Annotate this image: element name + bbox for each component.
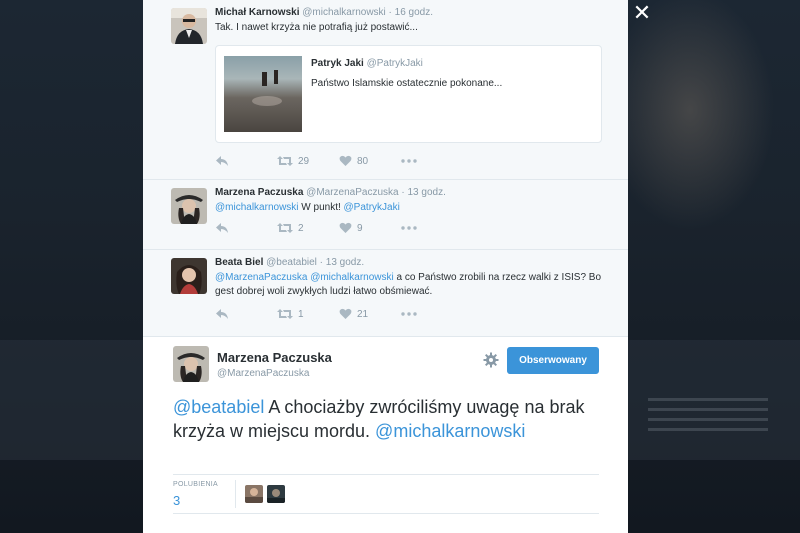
tweet-username[interactable]: @MarzenaPaczuska — [306, 187, 398, 198]
close-icon[interactable]: ✕ — [630, 2, 654, 26]
like-button[interactable]: 21 — [339, 308, 401, 320]
retweet-button[interactable]: 2 — [277, 222, 339, 234]
main-tweet-fullname[interactable]: Marzena Paczuska — [217, 350, 332, 365]
tweet-modal: Michał Karnowski @michalkarnowski · 16 g… — [143, 0, 628, 533]
stats-divider — [235, 480, 236, 508]
retweet-count: 1 — [298, 308, 304, 320]
retweet-button[interactable]: 1 — [277, 308, 339, 320]
avatar[interactable] — [173, 346, 209, 382]
avatar[interactable] — [171, 8, 207, 44]
likes-count[interactable]: 3 — [173, 493, 180, 508]
quoted-tweet-header: Patryk Jaki @PatrykJaki — [311, 58, 423, 69]
quoted-tweet[interactable]: Patryk Jaki @PatrykJaki Państwo Islamski… — [215, 45, 602, 143]
liker-avatar[interactable] — [245, 485, 263, 503]
retweet-button[interactable]: 29 — [277, 155, 339, 167]
like-button[interactable]: 80 — [339, 155, 401, 167]
quoted-username: @PatrykJaki — [366, 58, 423, 69]
mention-link[interactable]: @beatabiel — [173, 397, 264, 417]
like-icon — [339, 155, 352, 166]
more-icon[interactable] — [401, 312, 417, 316]
tweet-username[interactable]: @michalkarnowski — [302, 7, 386, 18]
like-button[interactable]: 9 — [339, 222, 401, 234]
reply-icon[interactable] — [215, 155, 277, 167]
quoted-fullname: Patryk Jaki — [311, 58, 364, 69]
like-icon — [339, 222, 352, 233]
more-icon[interactable] — [401, 226, 417, 230]
quoted-tweet-text: Państwo Islamskie ostatecznie pokonane..… — [311, 78, 503, 89]
ancestor-tweet[interactable]: Michał Karnowski @michalkarnowski · 16 g… — [143, 0, 628, 180]
tweet-text: Tak. I nawet krzyża nie potrafią już pos… — [215, 22, 418, 33]
tweet-header: Marzena Paczuska @MarzenaPaczuska · 13 g… — [215, 186, 618, 199]
tweet-text-body: W punkt! — [298, 202, 344, 213]
main-tweet-username[interactable]: @MarzenaPaczuska — [217, 368, 332, 379]
ancestor-tweet[interactable]: Beata Biel @beatabiel · 13 godz. @Marzen… — [143, 250, 628, 337]
like-count: 21 — [357, 308, 369, 320]
like-icon — [339, 308, 352, 319]
tweet-fullname[interactable]: Michał Karnowski — [215, 7, 299, 18]
tweet-header: Michał Karnowski @michalkarnowski · 16 g… — [215, 6, 618, 19]
retweet-count: 29 — [298, 155, 310, 167]
tweet-fullname[interactable]: Beata Biel — [215, 257, 263, 268]
mention-link[interactable]: @michalkarnowski — [215, 202, 299, 213]
like-count: 80 — [357, 155, 369, 167]
avatar[interactable] — [171, 188, 207, 224]
reply-icon[interactable] — [215, 308, 277, 320]
liker-avatar[interactable] — [267, 485, 285, 503]
mention-link[interactable]: @michalkarnowski — [310, 272, 394, 283]
main-tweet-header: Marzena Paczuska @MarzenaPaczuska — [217, 350, 332, 379]
conversation-ancestors: Michał Karnowski @michalkarnowski · 16 g… — [143, 0, 628, 337]
tweet-timestamp[interactable]: · 13 godz. — [320, 257, 364, 268]
reply-icon[interactable] — [215, 222, 277, 234]
mention-link[interactable]: @PatrykJaki — [344, 202, 400, 213]
tweet-actions: 1 21 — [215, 300, 618, 328]
mention-link[interactable]: @MarzenaPaczuska — [215, 272, 307, 283]
tweet-actions: 29 80 — [215, 147, 618, 175]
retweet-icon — [277, 223, 293, 233]
mention-link[interactable]: @michalkarnowski — [375, 421, 525, 441]
background-blurred-text — [648, 398, 768, 438]
gear-icon[interactable] — [483, 352, 499, 368]
tweet-fullname[interactable]: Marzena Paczuska — [215, 187, 303, 198]
main-tweet-text: @beatabiel A chociażby zwróciliśmy uwagę… — [173, 395, 593, 443]
quoted-tweet-image — [224, 56, 302, 132]
tweet-text: @michalkarnowski W punkt! @PatrykJaki — [215, 201, 618, 215]
more-icon[interactable] — [401, 159, 417, 163]
tweet-timestamp[interactable]: · 16 godz. — [389, 7, 433, 18]
likes-label: POLUBIENIA — [173, 481, 219, 488]
retweet-count: 2 — [298, 222, 304, 234]
retweet-icon — [277, 156, 293, 166]
retweet-icon — [277, 309, 293, 319]
like-count: 9 — [357, 222, 363, 234]
avatar[interactable] — [171, 258, 207, 294]
tweet-username[interactable]: @beatabiel — [266, 257, 317, 268]
tweet-timestamp[interactable]: · 13 godz. — [401, 187, 445, 198]
tweet-stats: POLUBIENIA 3 — [173, 474, 599, 514]
ancestor-tweet[interactable]: Marzena Paczuska @MarzenaPaczuska · 13 g… — [143, 180, 628, 250]
follow-button[interactable]: Obserwowany — [507, 347, 599, 374]
tweet-header: Beata Biel @beatabiel · 13 godz. — [215, 256, 618, 269]
tweet-actions: 2 9 — [215, 214, 618, 242]
tweet-text: @MarzenaPaczuska @michalkarnowski a co P… — [215, 271, 618, 299]
